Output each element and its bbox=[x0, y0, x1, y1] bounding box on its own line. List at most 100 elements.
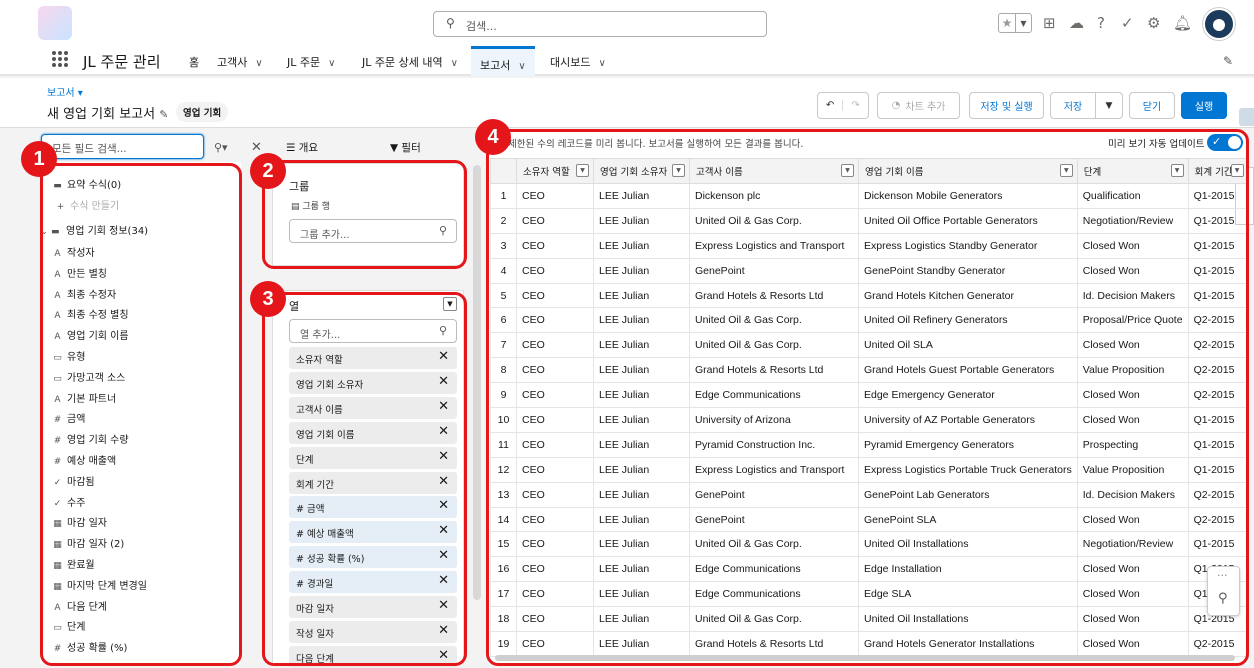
field-item[interactable]: ✓ 마감됨 bbox=[52, 473, 95, 488]
setup-assistant-icon[interactable]: ✓ bbox=[1121, 12, 1134, 34]
remove-column-icon[interactable]: ✕ bbox=[438, 424, 449, 439]
nav-item-accounts[interactable]: 고객사 ∨ bbox=[217, 54, 263, 70]
remove-column-icon[interactable]: ✕ bbox=[438, 349, 449, 364]
field-item[interactable]: ▭ 유형 bbox=[52, 348, 85, 363]
remove-column-icon[interactable]: ✕ bbox=[438, 449, 449, 464]
remove-column-icon[interactable]: ✕ bbox=[438, 573, 449, 588]
tab-filters[interactable]: ▼ 필터 bbox=[390, 140, 421, 155]
remove-column-icon[interactable]: ✕ bbox=[438, 399, 449, 414]
save-menu-chevron-icon[interactable]: ▼ bbox=[1095, 92, 1123, 119]
redo-icon[interactable]: ↷ bbox=[843, 100, 868, 111]
remove-column-icon[interactable]: ✕ bbox=[438, 523, 449, 538]
global-create-icon[interactable]: ⊞ bbox=[1043, 12, 1056, 34]
chevron-down-icon[interactable]: ∨ bbox=[451, 58, 458, 69]
column-item[interactable]: 회계 기간 ✕ bbox=[289, 471, 457, 494]
column-header[interactable]: 단계 ▼ bbox=[1076, 158, 1189, 184]
chevron-down-icon[interactable]: ▼ bbox=[1230, 164, 1244, 177]
field-item[interactable]: # 예상 매출액 bbox=[52, 452, 116, 467]
help-icon[interactable]: ? bbox=[1097, 12, 1105, 34]
remove-column-icon[interactable]: ✕ bbox=[438, 623, 449, 638]
search-icon[interactable]: ⚲▾ bbox=[214, 141, 228, 154]
trailhead-icon[interactable]: ☁ bbox=[1069, 12, 1084, 34]
gear-icon[interactable]: ⚙ bbox=[1147, 12, 1160, 34]
save-and-run-button[interactable]: 저장 및 실행 bbox=[969, 92, 1044, 119]
nav-item-reports[interactable]: 보고서 ∨ bbox=[471, 46, 535, 76]
remove-column-icon[interactable]: ✕ bbox=[438, 374, 449, 389]
field-item[interactable]: A 영업 기회 이름 bbox=[52, 327, 128, 342]
nav-item-home[interactable]: 홈 bbox=[189, 54, 199, 70]
column-item[interactable]: # 경과일 ✕ bbox=[289, 571, 457, 594]
field-item[interactable]: # 금액 bbox=[52, 410, 86, 425]
avatar[interactable] bbox=[1203, 8, 1235, 40]
group-add-input[interactable]: 그룹 추가... ⚲ bbox=[289, 219, 457, 243]
save-button[interactable]: 저장 bbox=[1050, 92, 1096, 119]
column-item[interactable]: 영업 기회 소유자 ✕ bbox=[289, 371, 457, 394]
column-header[interactable]: 영업 기회 이름 ▼ bbox=[858, 158, 1078, 184]
chevron-down-icon[interactable]: ▼ bbox=[841, 164, 854, 177]
org-logo[interactable] bbox=[38, 6, 72, 40]
column-item[interactable]: 소유자 역할 ✕ bbox=[289, 347, 457, 369]
column-add-input[interactable]: 열 추가... ⚲ bbox=[289, 319, 457, 343]
chevron-down-icon[interactable]: ▼ bbox=[1059, 164, 1073, 177]
add-chart-button[interactable]: ◔ 차트 추가 bbox=[877, 92, 960, 119]
field-item[interactable]: A 만든 별칭 bbox=[52, 265, 107, 280]
field-item[interactable]: ▬ 요약 수식(0) bbox=[52, 176, 121, 191]
chevron-down-icon[interactable]: ∨ bbox=[518, 61, 525, 72]
column-item[interactable]: 마감 일자 ✕ bbox=[289, 596, 457, 618]
column-item[interactable]: 단계 ✕ bbox=[289, 446, 457, 469]
chevron-down-icon[interactable]: ∨ bbox=[255, 58, 262, 69]
edit-nav-icon[interactable]: ✎ bbox=[1223, 54, 1233, 68]
side-panel-toggle[interactable] bbox=[1239, 108, 1254, 126]
field-item[interactable]: ✓ 수주 bbox=[52, 494, 86, 509]
chevron-down-icon[interactable]: ▼ bbox=[576, 164, 589, 177]
undo-icon[interactable]: ↶ bbox=[818, 100, 844, 111]
column-item[interactable]: 작성 일자 ✕ bbox=[289, 620, 457, 643]
favorites-button[interactable]: ★ ▼ bbox=[998, 13, 1032, 33]
close-icon[interactable]: ✕ bbox=[251, 140, 262, 155]
remove-column-icon[interactable]: ✕ bbox=[438, 498, 449, 513]
column-header[interactable]: 회계 기간 ▼ bbox=[1187, 158, 1249, 184]
column-item[interactable]: 다음 단계 ✕ bbox=[289, 645, 457, 668]
column-item[interactable]: 영업 기회 이름 ✕ bbox=[289, 421, 457, 444]
nav-item-jl-order-details[interactable]: JL 주문 상세 내역 ∨ bbox=[362, 54, 458, 70]
remove-column-icon[interactable]: ✕ bbox=[438, 548, 449, 563]
field-item[interactable]: ▦ 완료월 bbox=[52, 556, 94, 571]
close-button[interactable]: 닫기 bbox=[1129, 92, 1175, 119]
table-horizontal-scrollbar[interactable] bbox=[495, 655, 1235, 661]
chevron-down-icon[interactable]: ▼ bbox=[672, 164, 685, 177]
field-item[interactable]: + 수식 만들기 bbox=[55, 197, 119, 212]
column-item[interactable]: # 성공 확률 (%) ✕ bbox=[289, 546, 457, 569]
column-item[interactable]: 고객사 이름 ✕ bbox=[289, 396, 457, 419]
field-item[interactable]: A 최종 수정 별칭 bbox=[52, 306, 128, 321]
field-item[interactable]: ▦ 마감 일자 bbox=[52, 514, 107, 529]
outline-scrollbar[interactable] bbox=[473, 165, 481, 600]
column-header[interactable]: 영업 기회 소유자 ▼ bbox=[593, 158, 690, 184]
column-header[interactable]: 고객사 이름 ▼ bbox=[689, 158, 859, 184]
remove-column-icon[interactable]: ✕ bbox=[438, 598, 449, 613]
tab-outline[interactable]: ☰ 개요 bbox=[286, 140, 318, 155]
field-item[interactable]: A 기본 파트너 bbox=[52, 390, 116, 405]
column-item[interactable]: # 예상 매출액 ✕ bbox=[289, 521, 457, 544]
pencil-icon[interactable]: ✎ bbox=[159, 108, 168, 121]
remove-column-icon[interactable]: ✕ bbox=[438, 648, 449, 663]
chevron-down-icon[interactable]: ∨ bbox=[598, 58, 605, 69]
field-item[interactable]: # 영업 기회 수량 bbox=[52, 431, 129, 446]
remove-column-icon[interactable]: ✕ bbox=[438, 474, 449, 489]
column-item[interactable]: # 금액 ✕ bbox=[289, 496, 457, 519]
field-item[interactable]: # 성공 확률 (%) bbox=[52, 639, 128, 654]
field-item[interactable]: ▭ 단계 bbox=[52, 618, 85, 633]
field-search-input[interactable]: 모든 필드 검색... bbox=[41, 134, 204, 159]
search-icon[interactable]: ⚲ bbox=[1218, 591, 1228, 606]
field-item[interactable]: A 최종 수정자 bbox=[52, 286, 116, 301]
field-item[interactable]: ⌄ ▬ 영업 기회 정보(34) bbox=[38, 222, 149, 237]
nav-item-jl-orders[interactable]: JL 주문 ∨ bbox=[287, 54, 335, 70]
auto-update-toggle[interactable] bbox=[1207, 134, 1243, 151]
app-launcher-icon[interactable] bbox=[52, 51, 68, 67]
global-search-input[interactable]: ⚲ 검색... bbox=[433, 11, 767, 37]
breadcrumb[interactable]: 보고서 ▾ bbox=[47, 84, 83, 99]
nav-item-dashboards[interactable]: 대시보드 ∨ bbox=[550, 54, 606, 70]
columns-menu-chevron-icon[interactable]: ▼ bbox=[443, 297, 457, 311]
chevron-down-icon[interactable]: ▼ bbox=[1170, 164, 1184, 177]
field-item[interactable]: ▦ 마지막 단계 변경일 bbox=[52, 577, 147, 592]
field-item[interactable]: A 다음 단계 bbox=[52, 598, 107, 613]
